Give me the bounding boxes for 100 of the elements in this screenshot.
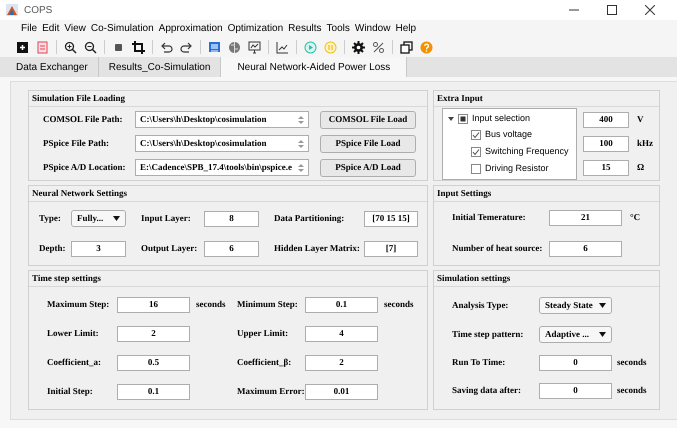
path-value: C:\Users\h\Desktop\cosimulation	[139, 136, 268, 150]
unit-label: seconds	[384, 298, 414, 311]
checkbox[interactable]	[458, 114, 468, 124]
menu-item[interactable]: Optimization	[226, 22, 284, 36]
display-chart-icon[interactable]	[248, 40, 261, 54]
monitor-icon[interactable]	[208, 40, 221, 54]
undo-icon[interactable]	[160, 40, 173, 54]
crop-icon[interactable]	[132, 40, 145, 54]
unit-label: seconds	[617, 356, 647, 370]
input-field[interactable]: 4	[305, 326, 378, 342]
settings-icon[interactable]	[352, 40, 365, 54]
field-label: Number of heat source:	[452, 242, 544, 256]
input-field[interactable]: 0	[539, 383, 612, 399]
field-label: Data Partitioning:	[274, 212, 346, 225]
unit-label: seconds	[196, 298, 226, 311]
input-field[interactable]: 2	[117, 326, 190, 342]
input-field[interactable]: 3	[71, 241, 126, 257]
input-field[interactable]: 8	[204, 210, 259, 226]
input-field[interactable]: [7]	[364, 241, 418, 257]
field-label: PSpice File Path:	[43, 136, 110, 150]
input-field[interactable]: 21	[549, 210, 622, 226]
field-label: Time step pattern:	[452, 328, 524, 341]
dropdown-value: Steady State	[545, 298, 594, 312]
zoom-in-icon[interactable]	[64, 40, 77, 54]
input-field[interactable]: 0.1	[305, 296, 378, 312]
unit-label: kHz	[637, 136, 654, 150]
checkbox[interactable]	[471, 147, 481, 157]
field-label: Hidden Layer Matrix:	[274, 242, 361, 256]
expand-caret-icon[interactable]	[448, 116, 454, 122]
field-label: Saving data after:	[452, 384, 522, 398]
load-button[interactable]: PSpice A/D Load	[320, 158, 416, 176]
redo-icon[interactable]	[180, 40, 193, 54]
checkbox[interactable]	[471, 130, 481, 140]
input-field[interactable]: 15	[583, 160, 629, 176]
path-field[interactable]: E:\Cadence\SPB_17.4\tools\bin\pspice.e	[135, 159, 309, 176]
load-button[interactable]: PSpice File Load	[320, 134, 416, 152]
dropdown[interactable]: Steady State	[539, 297, 612, 314]
path-value: E:\Cadence\SPB_17.4\tools\bin\pspice.e	[139, 160, 294, 174]
panel-title: Input Settings	[437, 186, 492, 200]
unit-label: V	[637, 112, 644, 126]
field-label: Analysis Type:	[452, 298, 510, 312]
zoom-out-icon[interactable]	[84, 40, 97, 54]
spinner-arrows-icon	[298, 138, 304, 148]
path-field[interactable]: C:\Users\h\Desktop\cosimulation	[135, 111, 309, 128]
unit-label: Ω	[637, 160, 644, 174]
dropdown[interactable]: Adaptive ...	[539, 326, 612, 343]
field-label: PSpice A/D Location:	[43, 160, 126, 174]
menu-item[interactable]: Approximation	[158, 22, 224, 36]
input-field[interactable]: 0	[539, 355, 612, 371]
input-field[interactable]: [70 15 15]	[364, 210, 418, 226]
windows-icon[interactable]	[400, 40, 413, 54]
panel-title: Extra Input	[437, 92, 483, 105]
dropdown[interactable]: Fully...	[71, 210, 126, 227]
input-field[interactable]: 6	[204, 241, 259, 257]
tree-list[interactable]: Input selection Bus voltage Switching Frequency Driving Resistor	[442, 108, 577, 180]
dropdown-arrow-icon	[113, 216, 120, 221]
input-field[interactable]: 0.1	[117, 384, 190, 400]
close-icon[interactable]	[645, 5, 655, 15]
field-label: Output Layer:	[141, 242, 198, 256]
panel-title: Simulation File Loading	[32, 92, 126, 105]
field-label: Input Layer:	[141, 212, 192, 225]
menu-item[interactable]: Co-Simulation	[90, 22, 155, 36]
new-window-icon[interactable]	[16, 40, 29, 54]
field-label: Maximum Step:	[47, 298, 110, 311]
input-field[interactable]: 6	[549, 241, 622, 257]
field-label: Maximum Error:	[237, 384, 305, 398]
menu-item[interactable]: Tools	[326, 22, 351, 36]
dropdown-value: Fully...	[77, 212, 104, 225]
load-button[interactable]: COMSOL File Load	[320, 110, 416, 128]
tree-item: Switching Frequency	[485, 145, 569, 158]
input-field[interactable]: 16	[117, 296, 190, 312]
panel-title: Time step settings	[32, 272, 101, 285]
spinner-arrows-icon	[298, 114, 304, 124]
field-label: Coefficient_β:	[237, 356, 292, 369]
path-value: C:\Users\h\Desktop\cosimulation	[139, 112, 268, 126]
input-field[interactable]: 0.01	[305, 384, 378, 400]
input-field[interactable]: 2	[305, 354, 378, 370]
dropdown-arrow-icon	[599, 332, 606, 337]
menu-item[interactable]: Window	[354, 22, 392, 36]
panel-title: Simulation settings	[437, 272, 510, 285]
menu-item[interactable]: File	[20, 22, 38, 36]
path-field[interactable]: C:\Users\h\Desktop\cosimulation	[135, 135, 309, 152]
unit-label: seconds	[617, 384, 647, 398]
input-field[interactable]: 100	[583, 136, 629, 152]
maximize-icon[interactable]	[607, 5, 617, 15]
percent-icon[interactable]	[372, 40, 385, 54]
checkbox[interactable]	[471, 164, 481, 174]
menu-item[interactable]: Help	[394, 22, 418, 36]
menu-item[interactable]: View	[63, 22, 87, 36]
field-label: Initial Step:	[47, 384, 94, 398]
document-icon[interactable]	[36, 40, 49, 54]
app-icon	[6, 4, 18, 16]
unit-label: °C	[630, 211, 640, 224]
input-field[interactable]: 400	[583, 112, 629, 128]
field-label: Minimum Step:	[237, 298, 299, 311]
tab[interactable]: Neural Network-Aided Power Loss	[221, 57, 408, 77]
line-chart-icon[interactable]	[276, 40, 289, 54]
menu-item[interactable]: Edit	[41, 22, 60, 36]
menu-item[interactable]: Results	[287, 22, 323, 36]
input-field[interactable]: 0.5	[117, 354, 190, 370]
